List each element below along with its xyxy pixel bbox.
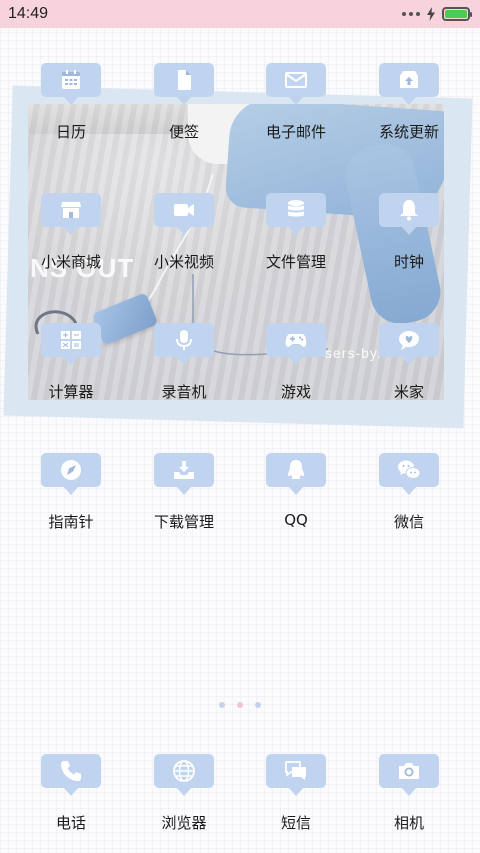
app-dock-messages[interactable]: 短信	[246, 746, 346, 846]
system-update-icon	[379, 63, 439, 105]
calendar-icon	[41, 63, 101, 105]
note-icon	[154, 63, 214, 105]
app-compass[interactable]: 指南针	[21, 445, 121, 545]
app-dock-camera[interactable]: 相机	[359, 746, 459, 846]
compass-icon	[41, 453, 101, 495]
app-label: 浏览器	[161, 814, 207, 832]
app-label: 电子邮件	[265, 123, 326, 141]
heart-chat-icon	[379, 323, 439, 365]
app-label: 文件管理	[265, 253, 326, 271]
microphone-icon	[154, 323, 214, 365]
app-gamepad[interactable]: 游戏	[246, 315, 346, 415]
charging-bolt-icon	[427, 7, 435, 21]
app-label: 系统更新	[378, 123, 439, 141]
app-system-update[interactable]: 系统更新	[359, 55, 459, 155]
app-label: 米家	[393, 383, 424, 401]
database-icon	[266, 193, 326, 235]
battery-icon	[442, 7, 472, 21]
bell-icon	[379, 193, 439, 235]
app-calendar[interactable]: 日历	[21, 55, 121, 155]
app-microphone[interactable]: 录音机	[134, 315, 234, 415]
phone-icon	[41, 754, 101, 796]
messages-icon	[266, 754, 326, 796]
page-dot[interactable]	[255, 702, 261, 708]
app-heart-chat[interactable]: 米家	[359, 315, 459, 415]
app-dock-globe[interactable]: 浏览器	[134, 746, 234, 846]
battery-level	[445, 10, 467, 18]
wechat-icon	[379, 453, 439, 495]
status-bar: 14:49	[0, 0, 480, 28]
app-label: 游戏	[280, 383, 311, 401]
camera-icon	[379, 754, 439, 796]
app-label: 录音机	[161, 383, 207, 401]
store-icon	[41, 193, 101, 235]
download-icon	[154, 453, 214, 495]
app-label: 下载管理	[153, 513, 214, 531]
app-label: 日历	[55, 123, 86, 141]
video-camera-icon	[154, 193, 214, 235]
app-mail[interactable]: 电子邮件	[246, 55, 346, 155]
page-dot[interactable]	[219, 702, 225, 708]
globe-icon	[154, 754, 214, 796]
calculator-icon	[41, 323, 101, 365]
app-label: 电话	[55, 814, 86, 832]
app-label: 微信	[393, 513, 424, 531]
app-label: 相机	[393, 814, 424, 832]
app-label: 便签	[168, 123, 199, 141]
page-indicator	[0, 702, 480, 708]
app-label: 小米商城	[40, 253, 101, 271]
app-dock-phone[interactable]: 电话	[21, 746, 121, 846]
app-label: 短信	[280, 814, 311, 832]
app-penguin[interactable]: QQ	[246, 445, 346, 545]
app-label: 时钟	[393, 253, 424, 271]
app-label: 计算器	[48, 383, 94, 401]
app-wechat[interactable]: 微信	[359, 445, 459, 545]
status-time: 14:49	[8, 5, 49, 22]
app-label: 小米视频	[153, 253, 214, 271]
app-label: 指南针	[48, 513, 94, 531]
mail-icon	[266, 63, 326, 105]
status-icons	[402, 7, 472, 21]
app-note[interactable]: 便签	[134, 55, 234, 155]
app-label: QQ	[284, 511, 308, 529]
app-video-camera[interactable]: 小米视频	[134, 185, 234, 285]
page-dot-active[interactable]	[237, 702, 243, 708]
more-dots-icon	[402, 12, 420, 16]
app-download[interactable]: 下载管理	[134, 445, 234, 545]
gamepad-icon	[266, 323, 326, 365]
penguin-icon	[266, 453, 326, 495]
app-store[interactable]: 小米商城	[21, 185, 121, 285]
app-calculator[interactable]: 计算器	[21, 315, 121, 415]
app-bell[interactable]: 时钟	[359, 185, 459, 285]
app-database[interactable]: 文件管理	[246, 185, 346, 285]
